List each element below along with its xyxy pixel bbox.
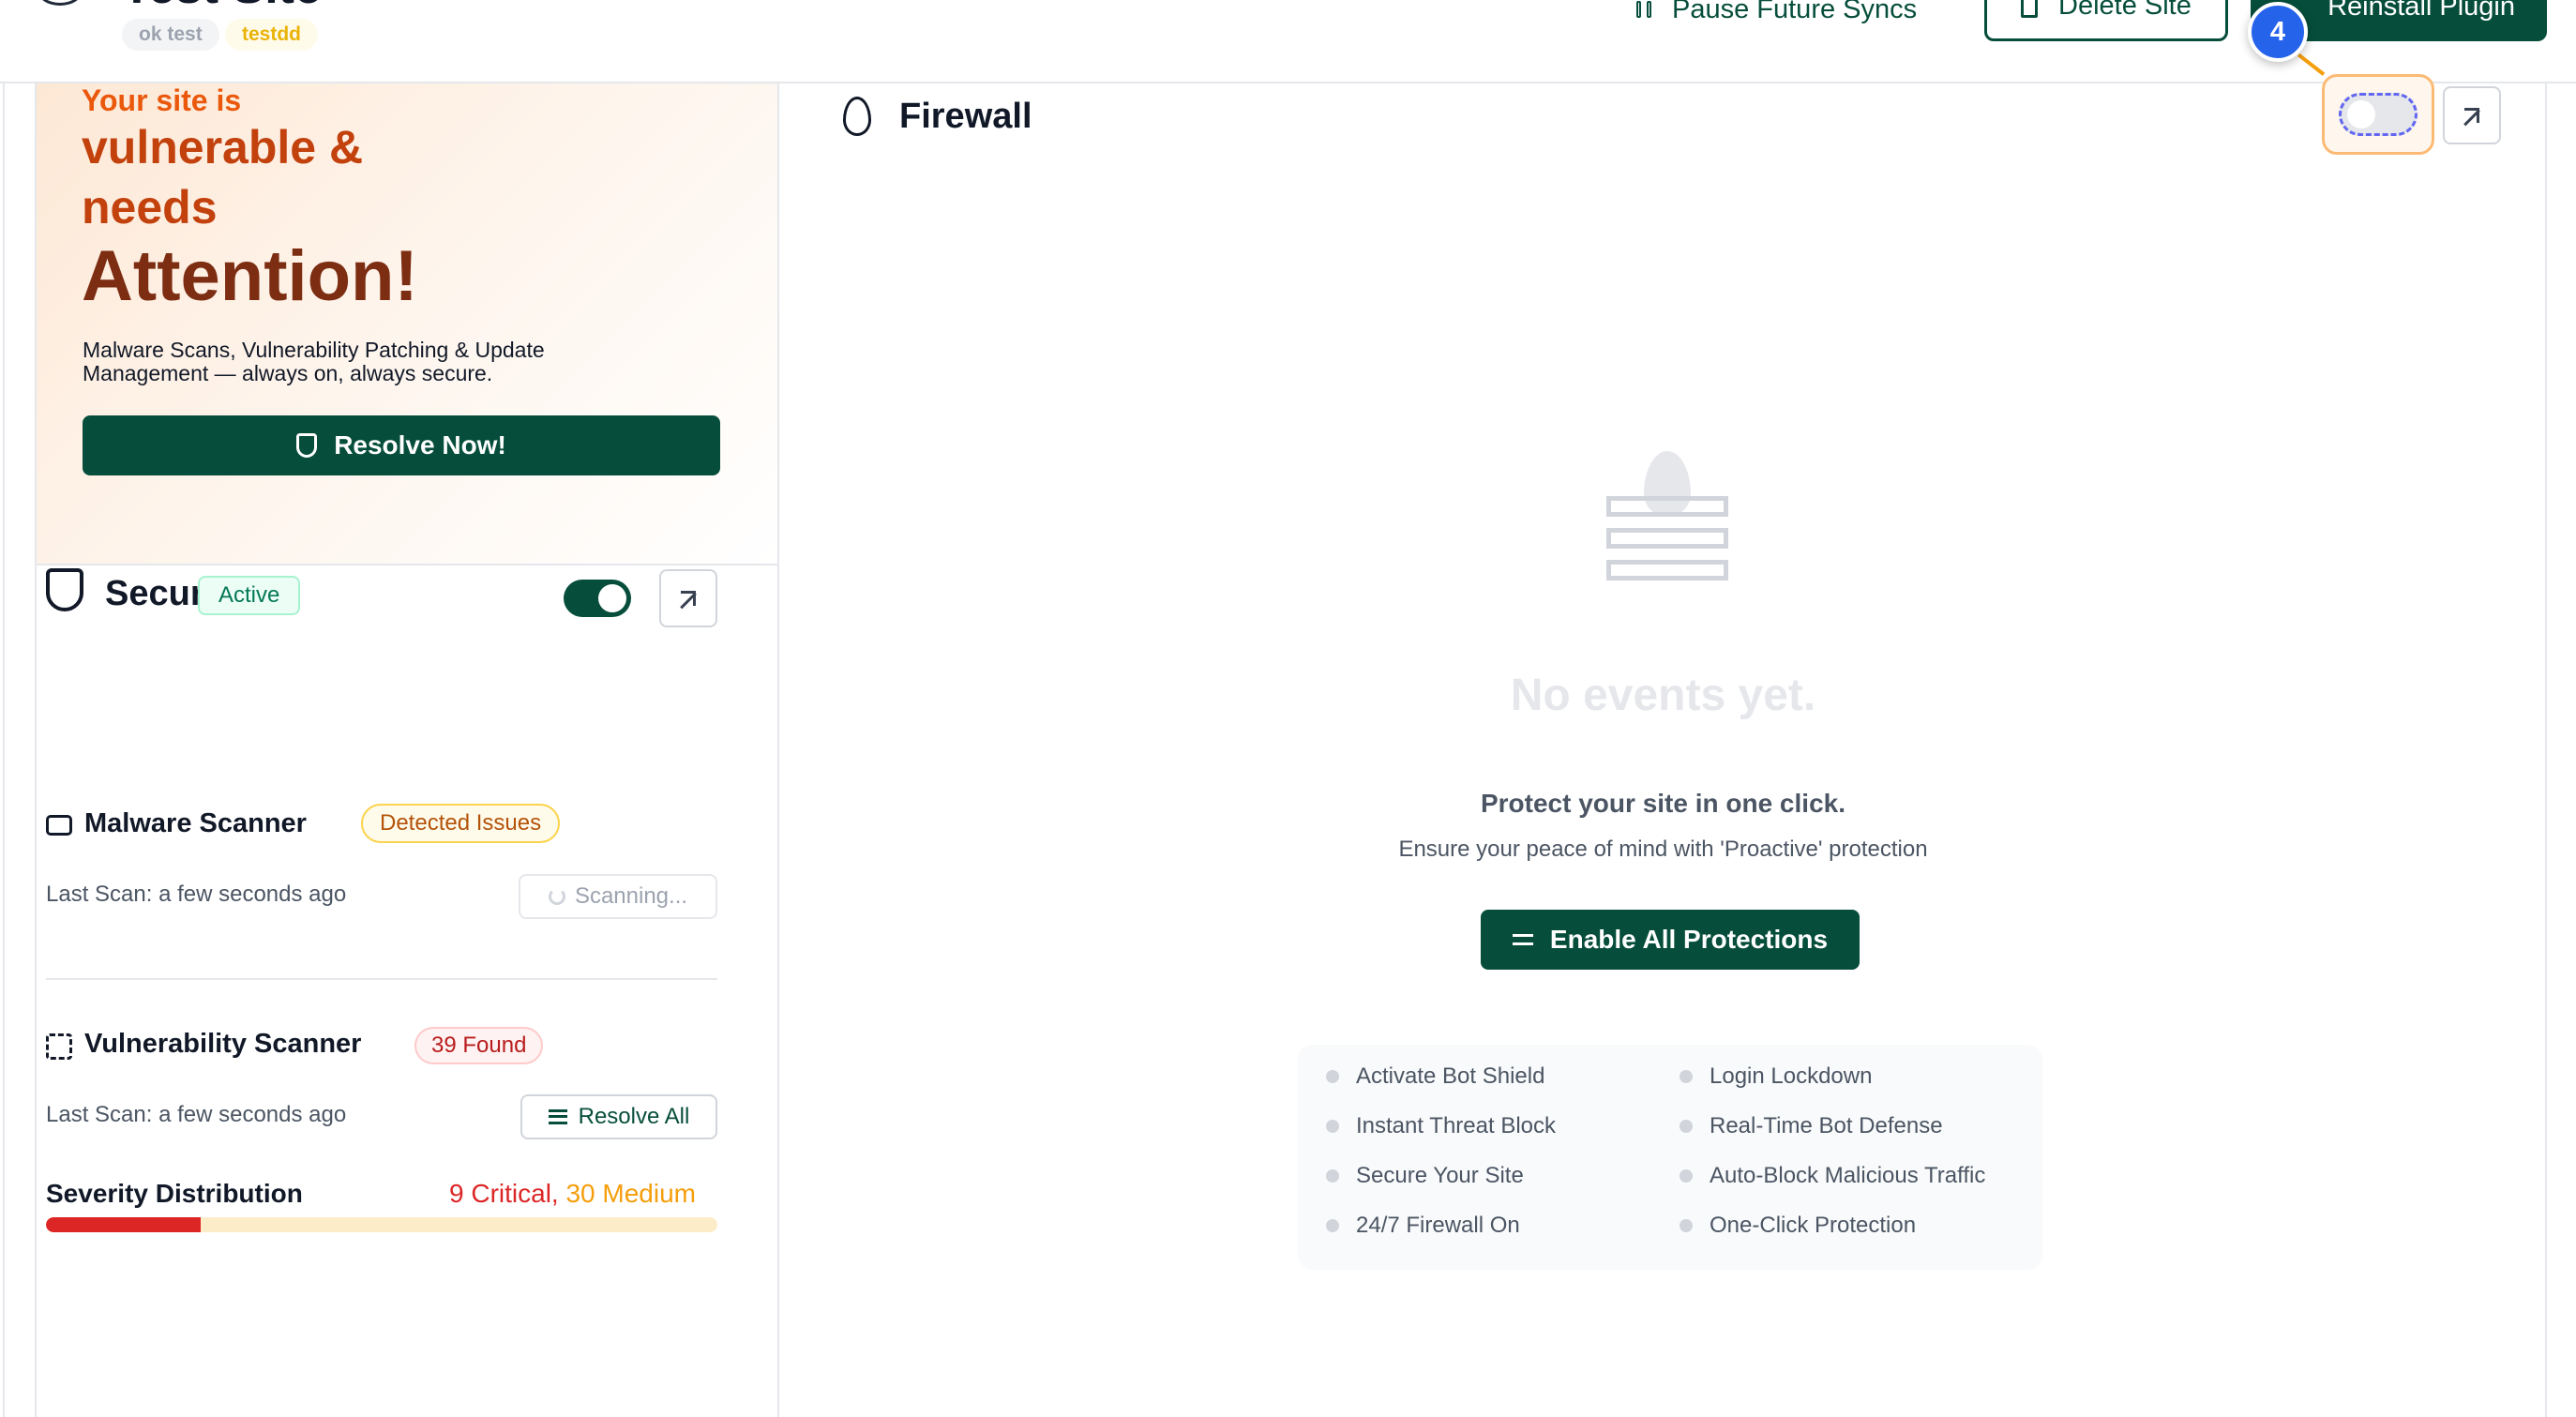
trash-icon [2021,0,2038,18]
malware-scanner-title: Malware Scanner [84,808,307,838]
hero-line-2: vulnerable & [82,121,364,173]
list-icon [548,1109,567,1124]
firewall-toggle-highlight [2322,74,2434,155]
delete-site-button[interactable]: Delete Site [1984,0,2228,41]
found-count-badge: 39 Found [414,1027,544,1064]
scanning-button[interactable]: Scanning... [519,874,717,919]
bullet-dot [1680,1169,1693,1183]
feature-item: 24/7 Firewall On [1326,1213,1520,1239]
feature-label: Login Lockdown [1710,1063,1873,1089]
security-toggle[interactable] [564,580,631,617]
firewall-toggle[interactable] [2339,93,2418,136]
security-header: Security Active [46,563,717,627]
bot-icon [46,815,72,836]
feature-label: One-Click Protection [1710,1213,1917,1238]
globe-icon [38,0,83,6]
section-divider [46,978,717,980]
resolve-all-button[interactable]: Resolve All [520,1094,717,1139]
vulnerability-hero: Your site is vulnerable & needs Attentio… [37,83,777,565]
resolve-now-button[interactable]: Resolve Now! [83,415,720,475]
pause-syncs-button[interactable]: Pause Future Syncs [1636,0,1917,38]
firewall-title: Firewall [899,97,1032,136]
feature-label: Real-Time Bot Defense [1710,1113,1943,1138]
hero-line-1: Your site is [82,83,242,117]
resolve-now-label: Resolve Now! [334,430,506,460]
spinner-icon [548,888,565,905]
pause-icon [1636,1,1651,18]
reinstall-plugin-label: Reinstall Plugin [2327,0,2515,22]
feature-label: 24/7 Firewall On [1356,1213,1520,1238]
feature-item: Activate Bot Shield [1326,1063,1544,1090]
site-title: Test Site [122,0,322,15]
resolve-all-label: Resolve All [578,1104,690,1129]
bullet-dot [1680,1070,1693,1083]
shield-check-icon [46,568,83,611]
bullet-dot [1326,1070,1339,1083]
shield-icon [296,433,318,458]
protect-title: Protect your site in one click. [1480,789,1845,818]
feature-item: Login Lockdown [1680,1063,1872,1090]
tag-ok-test[interactable]: ok test [122,19,219,51]
security-open-button[interactable] [659,569,717,627]
feature-item: Instant Threat Block [1326,1113,1556,1139]
wall-row [1606,560,1728,580]
feature-label: Auto-Block Malicious Traffic [1710,1163,1986,1188]
feature-item: Real-Time Bot Defense [1680,1113,1943,1139]
status-badge: Active [198,576,301,615]
detected-issues-badge: Detected Issues [361,804,561,843]
feature-item: One-Click Protection [1680,1213,1916,1239]
tag-testdd[interactable]: testdd [225,19,318,51]
feature-label: Activate Bot Shield [1356,1063,1545,1089]
bullet-dot [1680,1219,1693,1232]
critical-count: 9 Critical [449,1179,551,1208]
firewall-panel: Firewall No events yet. Protect your sit… [779,74,2547,1417]
wall-row [1606,496,1728,517]
hero-headline: Attention! [82,236,418,316]
feature-label: Instant Threat Block [1356,1113,1556,1138]
bullet-dot [1680,1120,1693,1133]
bullet-dot [1326,1219,1339,1232]
bullet-dot [1326,1169,1339,1183]
vulnerability-scanner-title: Vulnerability Scanner [84,1029,362,1059]
feature-list: Activate Bot Shield Instant Threat Block… [1298,1045,2042,1270]
feature-item: Auto-Block Malicious Traffic [1680,1163,1985,1189]
hero-description: Malware Scans, Vulnerability Patching & … [83,338,545,385]
enable-all-label: Enable All Protections [1549,925,1829,954]
arrow-up-right-icon [681,591,696,606]
severity-label: Severity Distribution [46,1179,303,1208]
bullet-dot [1326,1120,1339,1133]
scanning-label: Scanning... [574,883,688,909]
scan-frame-icon [46,1033,72,1060]
app-shell: Test Site ok test testdd Pause Future Sy… [0,0,2576,1417]
severity-values: 9 Critical, 30 Medium [449,1179,696,1209]
wall-row [1606,528,1728,549]
severity-critical-fill [46,1217,202,1232]
feature-label: Secure Your Site [1356,1163,1524,1188]
protect-subtitle: Ensure your peace of mind with 'Proactiv… [1398,837,1928,862]
vulnerability-last-scan: Last Scan: a few seconds ago [46,1102,347,1127]
severity-separator: , [550,1179,559,1208]
malware-last-scan: Last Scan: a few seconds ago [46,882,347,907]
delete-site-label: Delete Site [2058,0,2192,21]
pause-syncs-label: Pause Future Syncs [1672,0,1918,24]
feature-item: Secure Your Site [1326,1163,1524,1189]
step-badge: 4 [2248,2,2308,62]
window-edge [3,0,5,1417]
firewall-wall-icon [1606,451,1728,580]
site-header: Test Site ok test testdd Pause Future Sy… [0,0,2576,83]
empty-state-title: No events yet. [1510,671,1816,720]
enable-all-protections-button[interactable]: Enable All Protections [1481,910,1860,970]
firewall-open-button[interactable] [2443,86,2501,144]
sliders-icon [1512,930,1533,949]
arrow-up-right-icon [2464,108,2479,123]
severity-bar [46,1217,717,1232]
flame-icon [843,97,871,136]
hero-line-3: needs [82,181,218,234]
medium-count: 30 Medium [565,1179,696,1208]
